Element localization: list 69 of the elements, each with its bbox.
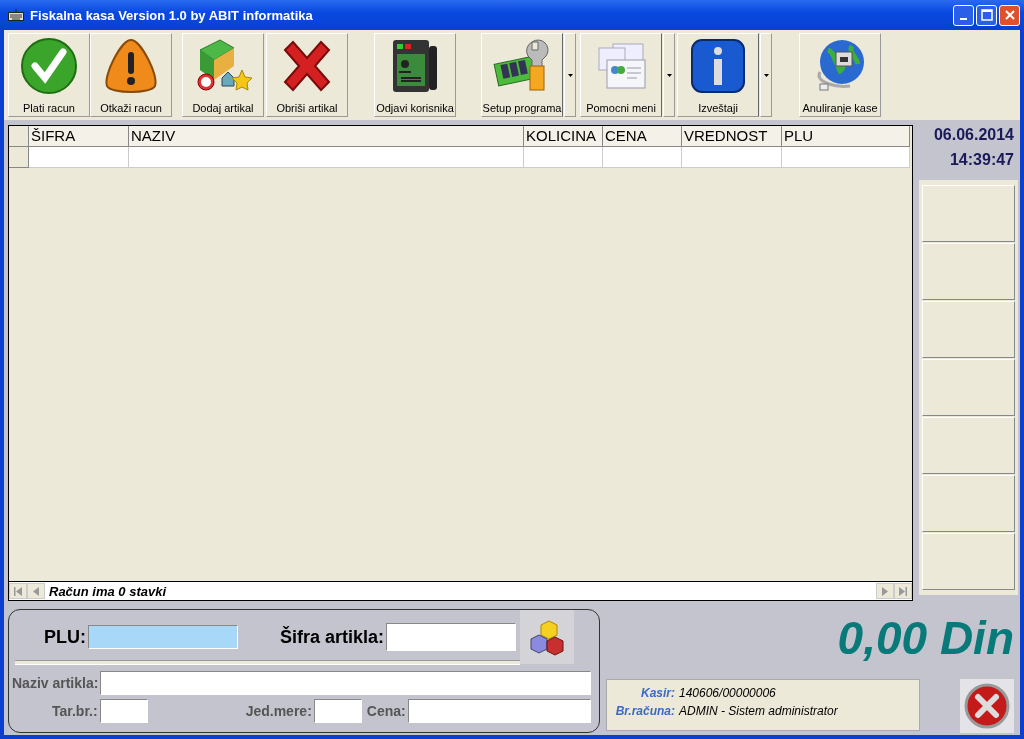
lookup-button[interactable] [520, 610, 575, 664]
field-label: PLU: [44, 626, 86, 648]
quick-button[interactable] [922, 185, 1015, 242]
info-label: Br.računa: [614, 704, 675, 718]
record-count: Račun ima 0 stavki [48, 583, 168, 599]
keyboard-icon [8, 9, 24, 21]
unit-field[interactable] [313, 699, 362, 723]
quick-button[interactable] [922, 359, 1015, 416]
toolbar-button[interactable]: Setup programa [481, 33, 563, 117]
toolbar-button[interactable]: Plati racun [8, 33, 90, 117]
last-record-button[interactable] [894, 583, 912, 599]
time-display: 14:39:47 [948, 150, 1015, 170]
exit-button[interactable] [960, 679, 1014, 733]
caret-icon [666, 73, 672, 77]
first-icon [14, 586, 22, 596]
next-record-button[interactable] [876, 583, 894, 599]
field-label: Tar.br.: [52, 703, 98, 719]
field-label: Naziv artikla: [12, 675, 99, 691]
price-field[interactable] [407, 699, 591, 723]
last-icon [899, 586, 907, 596]
toolbar-button[interactable]: Pomocni meni [580, 33, 662, 117]
toolbar-button[interactable]: Odjavi korisnika [374, 33, 456, 117]
plu-field[interactable] [88, 625, 238, 649]
info-icon [688, 36, 748, 96]
quick-button[interactable] [922, 475, 1015, 532]
quick-button[interactable] [922, 301, 1015, 358]
checkmark-icon [19, 36, 79, 96]
field-label: Jed.mere: [245, 703, 312, 719]
dropdown-button[interactable] [564, 33, 576, 117]
maximize-button[interactable] [976, 4, 997, 26]
maximize-icon [980, 9, 993, 21]
caret-icon [763, 73, 769, 77]
minimize-icon [960, 18, 967, 20]
close-icon [1003, 9, 1016, 21]
total-amount: 0,00 Din [836, 611, 1014, 666]
info-value: ADMIN - Sistem administrator [679, 704, 838, 718]
info-value: 140606/00000006 [679, 686, 776, 700]
column-header[interactable]: CENA [603, 126, 682, 147]
toolbar-button[interactable]: Otkaži racun [90, 33, 172, 117]
column-header[interactable]: VREDNOST [682, 126, 782, 147]
caret-icon [567, 73, 573, 77]
info-label: Kasir: [640, 686, 675, 700]
column-header[interactable]: ŠIFRA [29, 126, 129, 147]
left-triangle-icon [33, 586, 39, 596]
dropdown-button[interactable] [760, 33, 772, 117]
name-field[interactable] [100, 671, 591, 695]
close-button[interactable] [999, 4, 1020, 26]
column-header[interactable]: PLU [782, 126, 910, 147]
quick-button[interactable] [922, 417, 1015, 474]
toolbar-button[interactable]: Izveštaji [677, 33, 759, 117]
field-label: Cena: [366, 703, 406, 719]
date-display: 06.06.2014 [932, 125, 1015, 145]
toolbar-button[interactable]: Obriši artikal [266, 33, 348, 117]
close-icon [964, 683, 1010, 729]
previous-record-button[interactable] [27, 583, 45, 599]
dropdown-button[interactable] [663, 33, 675, 117]
quick-button[interactable] [922, 533, 1015, 590]
toolbar-button[interactable]: Dodaj artikal [182, 33, 264, 117]
minimize-button[interactable] [953, 4, 974, 26]
window-title: Fiskalna kasa Version 1.0 by ABIT informatika [30, 7, 314, 23]
column-header[interactable]: NAZIV [129, 126, 524, 147]
toolbar-button[interactable]: Anuliranje kase [799, 33, 881, 117]
tariff-field[interactable] [99, 699, 148, 723]
code-field[interactable] [386, 623, 517, 651]
first-record-button[interactable] [9, 583, 27, 599]
column-header[interactable]: KOLICINA [524, 126, 603, 147]
quick-button[interactable] [922, 243, 1015, 300]
field-label: Šifra artikla: [280, 626, 385, 648]
right-triangle-icon [882, 586, 888, 596]
